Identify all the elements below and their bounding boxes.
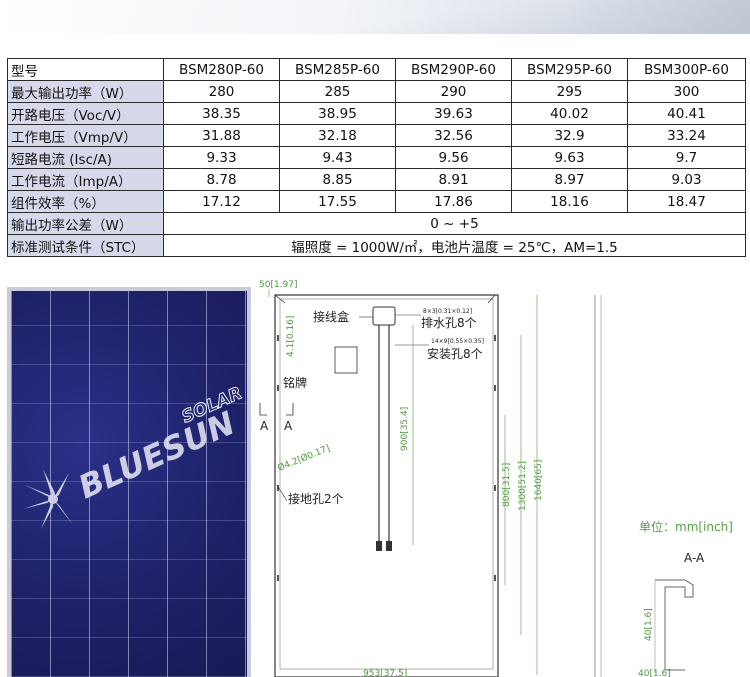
dim-frame-height: 40[1.6]	[644, 608, 654, 641]
row-label: 最大输出功率（W）	[7, 80, 164, 103]
table-row: 工作电压（Vmp/V） 31.88 32.18 32.56 32.9 33.24	[7, 124, 746, 147]
table-row: 标准测试条件（STC） 辐照度 = 1000W/㎡，电池片温度 = 25℃，AM…	[7, 234, 746, 257]
ground-dim: Ø4.2[Ø0.17]	[276, 443, 332, 474]
row-label: 组件效率（%）	[7, 190, 164, 213]
table-row: 输出功率公差（W） 0 ~ +5	[7, 212, 746, 235]
table-cell: 8.97	[511, 168, 628, 191]
table-cell: 9.33	[163, 146, 280, 169]
section-mark-right	[286, 403, 294, 416]
table-header-row: 型号 BSM280P-60 BSM285P-60 BSM290P-60 BSM2…	[7, 58, 746, 81]
table-cell: 9.7	[627, 146, 746, 169]
table-cell: 9.43	[279, 146, 396, 169]
connector-left	[376, 541, 382, 551]
dim-1300: 1300[51.2]	[518, 461, 528, 511]
table-cell: 8.78	[163, 168, 280, 191]
dim-top-offset: 50[1.97]	[259, 280, 298, 290]
row-label: 标准测试条件（STC）	[7, 234, 164, 257]
ground-holes-label: 接地孔2个	[288, 491, 344, 506]
header-cell: BSM280P-60	[163, 58, 280, 81]
drain-holes-label: 排水孔8个	[421, 316, 477, 330]
table-cell: 33.24	[627, 124, 746, 147]
frame-section-profile	[655, 579, 694, 671]
table-cell: 39.63	[395, 102, 512, 125]
nameplate-label: 铭牌	[283, 375, 307, 390]
table-cell: 9.63	[511, 146, 628, 169]
solar-module-image: BLUESUN SOLAR	[7, 287, 251, 677]
table-cell: 32.18	[279, 124, 396, 147]
table-row: 短路电流 (Isc/A) 9.33 9.43 9.56 9.63 9.7	[7, 146, 746, 169]
row-label: 短路电流 (Isc/A)	[7, 146, 164, 169]
drain-dim: 8×3[0.31×0.12]	[423, 308, 472, 315]
section-a-left: A	[260, 419, 269, 433]
section-a-right: A	[284, 419, 293, 433]
table-cell: 8.85	[279, 168, 396, 191]
row-label: 开路电压（Voc/V）	[7, 102, 164, 125]
dim-cable: 900[35.4]	[400, 407, 410, 451]
mount-dim: 14×9[0.55×0.35]	[431, 338, 484, 345]
junction-box	[372, 306, 396, 326]
table-row: 最大输出功率（W） 280 285 290 295 300	[7, 80, 746, 103]
logo-mark	[23, 469, 73, 529]
table-row: 组件效率（%） 17.12 17.55 17.86 18.16 18.47	[7, 190, 746, 213]
section-aa-title: A-A	[684, 551, 705, 565]
leader-line	[276, 484, 288, 502]
table-cell: 17.12	[163, 190, 280, 213]
row-label: 输出功率公差（W）	[7, 212, 164, 235]
table-cell: 40.02	[511, 102, 628, 125]
dim-width: 953[37.5]	[363, 669, 407, 677]
header-cell: BSM285P-60	[279, 58, 396, 81]
section-mark-left	[259, 403, 267, 416]
table-cell: 17.86	[395, 190, 512, 213]
header-cell: 型号	[7, 58, 164, 81]
unit-label: 单位：mm[inch]	[639, 520, 733, 534]
table-row: 工作电流（Imp/A） 8.78 8.85 8.91 8.97 9.03	[7, 168, 746, 191]
connector-right	[386, 541, 392, 551]
table-cell: 32.9	[511, 124, 628, 147]
header-cell: BSM290P-60	[395, 58, 512, 81]
table-cell: 18.16	[511, 190, 628, 213]
dim-frame-width: 40[1.6]	[638, 669, 671, 677]
dim-800: 800[31.5]	[502, 463, 512, 507]
table-cell: 300	[627, 80, 746, 103]
mount-holes-label: 安装孔8个	[427, 346, 483, 361]
bluesun-logo: BLUESUN SOLAR	[23, 383, 246, 529]
table-cell: 295	[511, 80, 628, 103]
table-cell: 280	[163, 80, 280, 103]
table-cell: 17.55	[279, 190, 396, 213]
spec-table: 型号 BSM280P-60 BSM285P-60 BSM290P-60 BSM2…	[7, 58, 746, 257]
row-label: 工作电流（Imp/A）	[7, 168, 164, 191]
dim-box-offset: 4.1[0.16]	[286, 316, 296, 357]
table-row: 开路电压（Voc/V） 38.35 38.95 39.63 40.02 40.4…	[7, 102, 746, 125]
table-cell: 8.91	[395, 168, 512, 191]
table-cell: 18.47	[627, 190, 746, 213]
table-cell: 40.41	[627, 102, 746, 125]
table-cell: 9.03	[627, 168, 746, 191]
table-cell: 38.95	[279, 102, 396, 125]
table-cell: 285	[279, 80, 396, 103]
table-cell: 32.56	[395, 124, 512, 147]
nameplate-box	[334, 346, 358, 374]
table-cell: 9.56	[395, 146, 512, 169]
logo-brand-text: BLUESUN	[73, 404, 241, 507]
dim-1640: 1640[65]	[534, 460, 544, 501]
table-cell: 31.88	[163, 124, 280, 147]
header-cell: BSM295P-60	[511, 58, 628, 81]
header-banner	[0, 0, 750, 34]
header-cell: BSM300P-60	[627, 58, 746, 81]
row-label: 工作电压（Vmp/V）	[7, 124, 164, 147]
module-drawing: A A 接线盒 8×3[0.31×0.12] 排水孔8个 14×9[0.55×0…	[259, 280, 705, 677]
table-cell: 290	[395, 80, 512, 103]
table-cell: 38.35	[163, 102, 280, 125]
banner-stripe	[230, 0, 750, 34]
table-cell: 0 ~ +5	[163, 212, 746, 235]
table-cell: 辐照度 = 1000W/㎡，电池片温度 = 25℃，AM=1.5	[163, 234, 746, 257]
junction-box-label: 接线盒	[313, 309, 349, 324]
